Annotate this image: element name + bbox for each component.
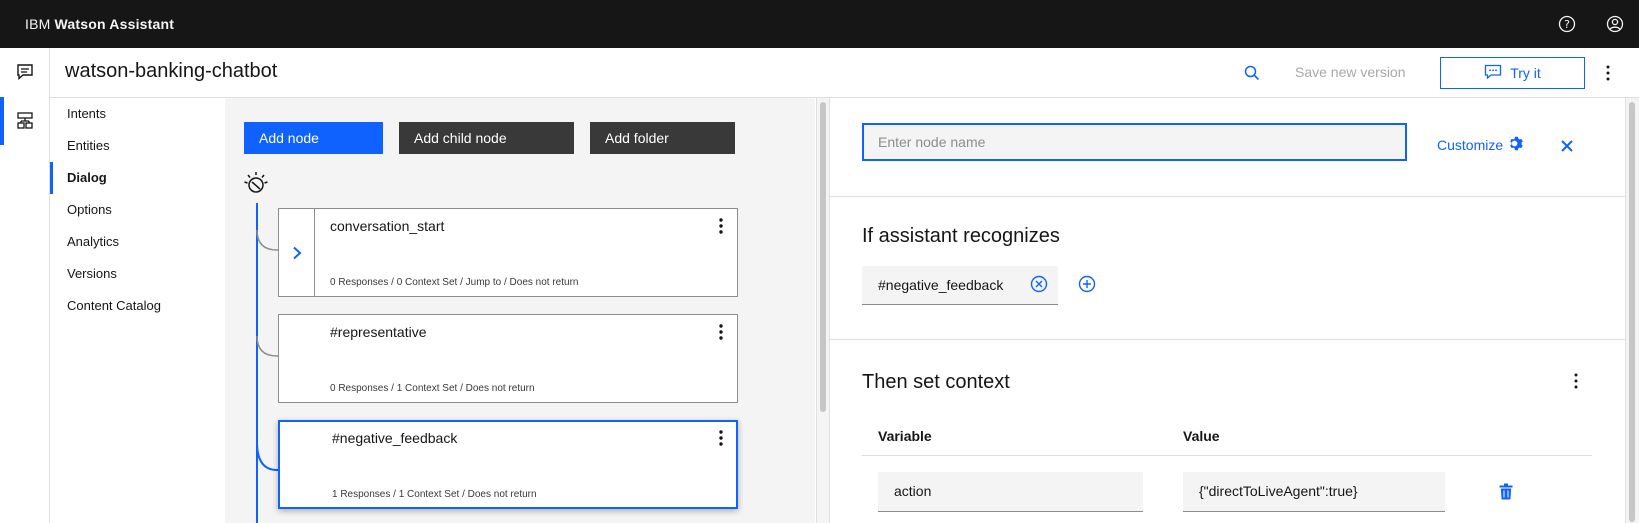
help-icon[interactable]: ? (1555, 12, 1579, 36)
brand-company: IBM (25, 16, 51, 32)
brand-product: Watson Assistant (54, 16, 175, 32)
customize-button[interactable]: Customize (1437, 135, 1525, 155)
context-overflow-menu-icon[interactable] (1568, 370, 1584, 392)
skill-header: watson-banking-chatbot Save new version … (50, 48, 1639, 98)
value-column-header: Value (1183, 428, 1220, 444)
node-name-input[interactable] (862, 123, 1407, 161)
close-icon[interactable] (1557, 136, 1577, 156)
subnav-item-versions[interactable]: Versions (50, 258, 225, 290)
dialog-node[interactable]: #representative 0 Responses / 1 Context … (278, 314, 738, 403)
subnav-item-options[interactable]: Options (50, 194, 225, 226)
context-section-title: Then set context (862, 371, 1010, 393)
skill-subnav: Intents Entities Dialog Options Analytic… (50, 98, 225, 523)
subnav-item-entities[interactable]: Entities (50, 130, 225, 162)
dialog-node-selected[interactable]: #negative_feedback 1 Responses / 1 Conte… (278, 420, 738, 509)
node-name: #negative_feedback (332, 430, 458, 446)
customize-label: Customize (1437, 137, 1504, 153)
canvas-scrollbar[interactable] (816, 98, 830, 523)
subnav-item-content-catalog[interactable]: Content Catalog (50, 290, 225, 322)
page-title: watson-banking-chatbot (65, 60, 278, 82)
node-overflow-menu-icon[interactable] (713, 321, 729, 343)
variable-column-header: Variable (878, 428, 932, 444)
gear-icon (1508, 135, 1525, 155)
left-rail (0, 48, 50, 523)
add-node-button[interactable]: Add node (244, 122, 383, 154)
condition-field[interactable]: #negative_feedback (862, 266, 1058, 305)
subnav-item-dialog[interactable]: Dialog (50, 162, 225, 194)
panel-scrollbar[interactable] (1625, 98, 1639, 523)
rail-chat-icon[interactable] (0, 48, 50, 96)
tree-connector-lines (256, 203, 278, 523)
node-name: conversation_start (330, 218, 445, 234)
delete-row-trash-icon[interactable] (1497, 481, 1515, 501)
try-it-button[interactable]: Try it (1440, 57, 1585, 89)
node-meta: 0 Responses / 0 Context Set / Jump to / … (330, 277, 579, 288)
subnav-item-analytics[interactable]: Analytics (50, 226, 225, 258)
context-value-field[interactable]: {"directToLiveAgent":true} (1183, 472, 1445, 512)
panel-scrollbar-thumb[interactable] (1629, 102, 1635, 522)
subnav-item-intents[interactable]: Intents (50, 98, 225, 130)
recognizes-section-title: If assistant recognizes (862, 225, 1060, 247)
remove-condition-icon[interactable] (1030, 275, 1048, 293)
node-name: #representative (330, 324, 427, 340)
node-meta: 1 Responses / 1 Context Set / Does not r… (332, 489, 537, 500)
svg-text:?: ? (1564, 18, 1570, 31)
canvas-scrollbar-thumb[interactable] (820, 102, 826, 412)
search-icon[interactable] (1240, 61, 1264, 85)
table-header-divider (862, 455, 1592, 456)
overflow-menu-icon[interactable] (1596, 61, 1620, 85)
chat-bubble-icon (1484, 64, 1502, 83)
top-bar: IBM Watson Assistant ? (0, 0, 1639, 48)
brand: IBM Watson Assistant (25, 16, 174, 32)
expand-node-button[interactable] (279, 209, 315, 296)
try-it-label: Try it (1510, 65, 1541, 81)
node-meta: 0 Responses / 1 Context Set / Does not r… (330, 383, 535, 394)
add-child-node-button[interactable]: Add child node (399, 122, 574, 154)
save-new-version-button[interactable]: Save new version (1295, 64, 1406, 80)
node-overflow-menu-icon[interactable] (713, 215, 729, 237)
dialog-node[interactable]: conversation_start 0 Responses / 0 Conte… (278, 208, 738, 297)
section-divider (830, 339, 1625, 340)
node-overflow-menu-icon[interactable] (713, 427, 729, 449)
context-variable-field[interactable]: action (878, 472, 1143, 512)
rail-dialog-skill-icon[interactable] (0, 97, 50, 145)
section-divider (830, 196, 1625, 197)
node-editor-panel (830, 98, 1625, 523)
add-folder-button[interactable]: Add folder (590, 122, 735, 154)
user-avatar-icon[interactable] (1603, 12, 1627, 36)
add-condition-icon[interactable] (1078, 275, 1096, 293)
